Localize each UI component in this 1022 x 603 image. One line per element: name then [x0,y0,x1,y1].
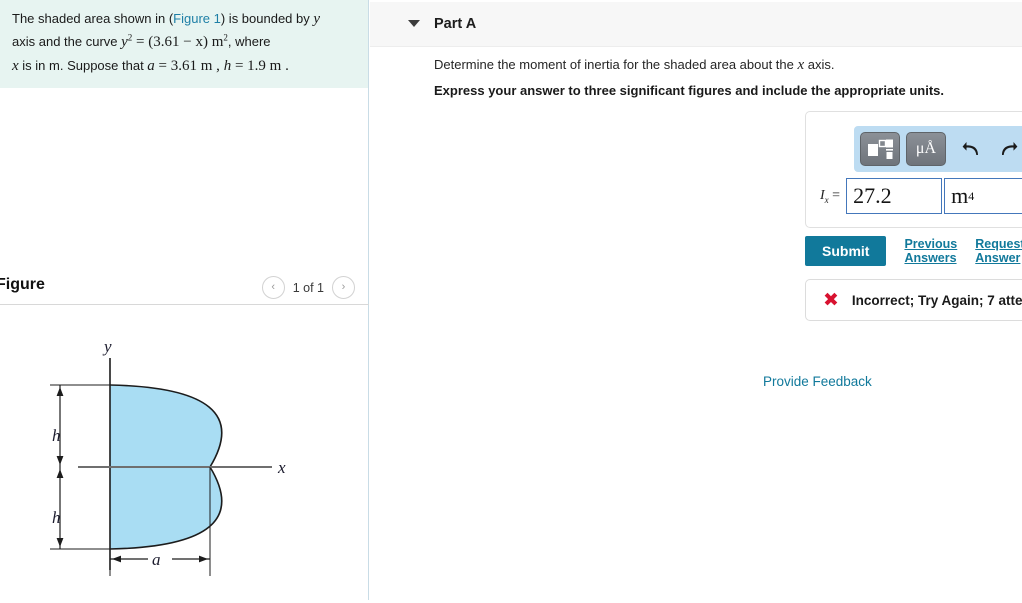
submit-button[interactable]: Submit [805,236,887,266]
a-dim-label: a [152,550,161,569]
h-upper-arrow-bottom [56,456,64,465]
math-toolbar: μÅ [854,126,1022,172]
figure-svg: y x h h a [50,337,286,576]
question-text: Determine the moment of inertia for the … [434,57,994,74]
part-a-title: Part A [434,16,477,32]
problem-a-value: = 3.61 m , [154,57,224,74]
figure-title: Figure [0,276,45,293]
provide-feedback-link[interactable]: Provide Feedback [763,374,872,389]
a-arrow-left [112,555,121,563]
answer-units-exponent: 4 [968,188,975,203]
right-panel: Part A Determine the moment of inertia f… [370,0,1022,600]
request-answer-link[interactable]: Request Answer [975,237,1022,265]
h-lower-label: h [52,508,61,527]
curve-y-symbol: y [121,34,128,51]
units-button[interactable]: μÅ [906,132,946,166]
question-text-pre: Determine the moment of inertia for the … [434,57,798,72]
left-panel: The shaded area shown in (Figure 1) is b… [0,0,369,600]
answer-label-equals: = [828,187,841,203]
h-lower-arrow-bottom [56,538,64,547]
x-axis-label: x [277,458,286,477]
figure-header: Figure ‹ 1 of 1 › [0,272,369,305]
redo-glyph [1002,142,1018,155]
instruction-text: Express your answer to three significant… [434,83,944,98]
part-a-header[interactable]: Part A [370,2,1022,47]
units-button-label: μÅ [915,140,937,157]
caret-down-icon[interactable] [408,20,420,27]
problem-x-symbol: x [12,57,19,74]
submit-row: Submit Previous Answers Request Answer [805,236,1022,266]
redo-icon[interactable] [998,140,1018,158]
y-axis-label: y [102,337,112,356]
answer-row: Ix = 27.2 m4 [820,178,1022,214]
undo-glyph [962,142,978,155]
page-root: The shaded area shown in (Figure 1) is b… [0,0,1022,600]
answer-label: Ix = [820,188,840,205]
problem-statement: The shaded area shown in (Figure 1) is b… [0,0,368,88]
figure-prev-button[interactable]: ‹ [261,276,285,299]
figure-diagram: y x h h a [0,310,369,600]
incorrect-x-icon: ✖ [823,289,839,311]
problem-a-symbol: a [147,57,155,74]
curve-equation: = (3.61 − x) m [132,34,224,51]
answer-units-text: m [951,183,969,208]
problem-text-part4: , where [227,34,271,50]
figure-page-label: 1 of 1 [292,280,324,295]
answer-entry-box: μÅ Ix = 27.2 m 4 [805,111,1022,228]
figure-1-link[interactable]: Figure 1 [173,11,221,26]
feedback-message-box: ✖ Incorrect; Try Again; 7 attempts remai… [805,279,1022,321]
figure-next-button[interactable]: › [332,276,355,299]
previous-answers-link[interactable]: Previous Answers [904,237,957,265]
figure-pager: ‹ 1 of 1 › [261,276,355,299]
a-arrow-right [199,555,208,563]
question-text-post: axis. [804,57,835,72]
problem-y-symbol: y [313,11,321,27]
answer-value-text: 27.2 [853,183,892,208]
h-upper-arrow-top [56,387,64,396]
feedback-message: Incorrect; Try Again; 7 attempts remaini… [851,292,1022,308]
problem-text-part5: is in m. Suppose that [18,57,148,73]
problem-text-part1: The shaded area shown in ( [12,11,174,26]
answer-units-input[interactable]: m4 [944,178,1022,214]
problem-h-value: = 1.9 m . [231,57,289,74]
undo-icon[interactable] [962,140,982,158]
h-upper-label: h [52,426,61,445]
math-template-icon [868,139,893,159]
problem-text-part3: axis and the curve [12,34,122,50]
h-lower-arrow-top [56,469,64,478]
answer-value-input[interactable]: 27.2 [846,178,943,214]
problem-text-part2: ) is bounded by [220,11,314,26]
math-template-button[interactable] [860,132,900,166]
